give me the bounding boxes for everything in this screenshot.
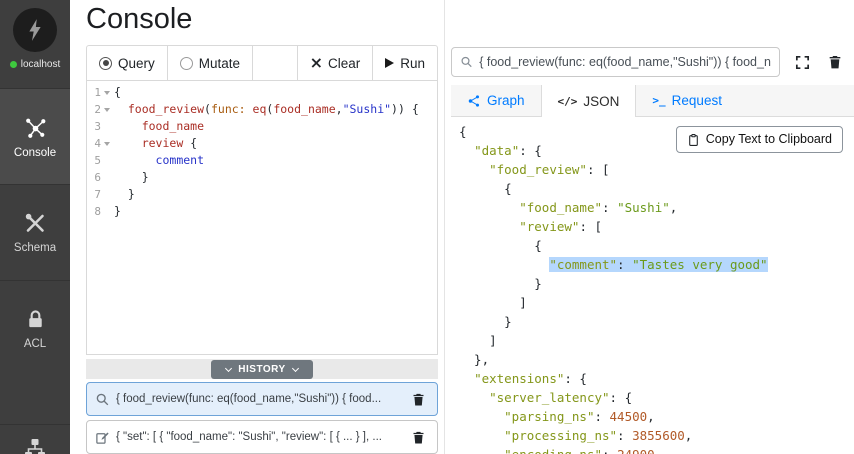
json-line: "review": [ xyxy=(459,217,854,236)
json-line: "comment": "Tastes very good" xyxy=(459,255,854,274)
json-output[interactable]: Copy Text to Clipboard { "data": { "food… xyxy=(451,117,854,454)
tab-label: Graph xyxy=(487,93,525,108)
trash-icon xyxy=(827,54,843,70)
graph-network-icon xyxy=(467,94,481,108)
mutate-mode-label: Mutate xyxy=(199,56,240,71)
history-item-mutation[interactable]: { "set": [ { "food_name": "Sushi", "revi… xyxy=(86,420,438,454)
tab-graph[interactable]: Graph xyxy=(451,85,541,116)
query-editor[interactable]: 1{2 food_review(func: eq(food_name,"Sush… xyxy=(86,81,438,355)
trash-icon xyxy=(411,392,426,407)
history-item-text: { "set": [ { "food_name": "Sushi", "revi… xyxy=(116,431,399,443)
query-mode-label: Query xyxy=(118,56,155,71)
json-line: "food_name": "Sushi", xyxy=(459,198,854,217)
play-icon xyxy=(385,58,394,68)
query-mode-tab[interactable]: Query xyxy=(87,46,168,80)
tab-label: JSON xyxy=(583,94,619,109)
search-icon xyxy=(95,392,110,407)
result-toolbar: { food_review(func: eq(food_name,"Sushi"… xyxy=(451,47,854,77)
sidebar-item-label: Console xyxy=(14,147,56,159)
history-toggle-row: HISTORY xyxy=(86,359,438,379)
json-line: "encoding_ns": 24900, xyxy=(459,445,854,454)
trash-icon xyxy=(411,430,426,445)
history-label: HISTORY xyxy=(238,364,285,375)
delete-history-item-button[interactable] xyxy=(407,426,429,448)
editor-line: 1{ xyxy=(87,84,437,101)
acl-lock-icon xyxy=(24,308,47,331)
editor-line: 8} xyxy=(87,203,437,220)
edit-icon xyxy=(95,430,110,445)
editor-line: 5 comment xyxy=(87,152,437,169)
result-tabs: Graph </> JSON >_ Request xyxy=(451,85,854,117)
json-line: "processing_ns": 3855600, xyxy=(459,426,854,445)
search-icon xyxy=(460,55,473,69)
mutate-mode-tab[interactable]: Mutate xyxy=(168,46,253,80)
history-item-query[interactable]: { food_review(func: eq(food_name,"Sushi"… xyxy=(86,382,438,416)
editor-line: 3 food_name xyxy=(87,118,437,135)
editor-line: 2 food_review(func: eq(food_name,"Sushi"… xyxy=(87,101,437,118)
flash-icon xyxy=(22,17,48,43)
tab-label: Request xyxy=(672,93,722,108)
clear-label: Clear xyxy=(328,56,360,71)
editor-line: 7 } xyxy=(87,186,437,203)
json-line: ] xyxy=(459,331,854,350)
sidebar-item-acl[interactable]: ACL xyxy=(0,280,70,376)
sidebar-item-label: ACL xyxy=(24,338,46,350)
fullscreen-button[interactable] xyxy=(791,51,813,73)
clipboard-icon xyxy=(687,133,700,147)
history-toggle-button[interactable]: HISTORY xyxy=(211,360,312,379)
radio-unselected-icon xyxy=(180,57,193,70)
host-label: localhost xyxy=(21,59,60,70)
chevron-down-icon xyxy=(292,364,299,371)
schema-tools-icon xyxy=(23,211,47,235)
run-button[interactable]: Run xyxy=(372,46,437,80)
sidebar-item-cluster[interactable] xyxy=(0,424,70,454)
json-line: } xyxy=(459,312,854,331)
json-line: "food_review": [ xyxy=(459,160,854,179)
tab-request[interactable]: >_ Request xyxy=(636,85,738,116)
query-toolbar: Query Mutate × Clear Run xyxy=(86,45,438,81)
run-label: Run xyxy=(400,56,425,71)
dgraph-logo xyxy=(13,8,57,52)
json-line: "server_latency": { xyxy=(459,388,854,407)
json-line: { xyxy=(459,236,854,255)
terminal-prompt-icon: >_ xyxy=(652,94,665,107)
copy-to-clipboard-button[interactable]: Copy Text to Clipboard xyxy=(676,126,843,153)
clear-x-icon: × xyxy=(310,55,323,71)
json-line: "parsing_ns": 44500, xyxy=(459,407,854,426)
sidebar-item-schema[interactable]: Schema xyxy=(0,184,70,280)
delete-history-item-button[interactable] xyxy=(407,388,429,410)
connection-status-dot xyxy=(10,61,17,68)
sidebar-item-console[interactable]: Console xyxy=(0,88,70,184)
radio-selected-icon xyxy=(99,57,112,70)
history-item-text: { food_review(func: eq(food_name,"Sushi"… xyxy=(116,393,399,405)
page-title: Console xyxy=(86,3,192,36)
cluster-icon xyxy=(23,437,47,454)
fullscreen-icon xyxy=(794,54,811,71)
json-line: "extensions": { xyxy=(459,369,854,388)
sidebar-item-label: Schema xyxy=(14,242,56,254)
sidebar: localhost Console Schema ACL xyxy=(0,0,70,454)
editor-line: 6 } xyxy=(87,169,437,186)
result-query-text: { food_review(func: eq(food_name,"Sushi"… xyxy=(479,55,771,69)
clear-button[interactable]: × Clear xyxy=(297,46,373,80)
json-line: ] xyxy=(459,293,854,312)
json-line: }, xyxy=(459,350,854,369)
json-line: { xyxy=(459,179,854,198)
copy-button-label: Copy Text to Clipboard xyxy=(706,130,832,149)
console-graph-icon xyxy=(23,115,48,140)
query-panel: Query Mutate × Clear Run 1{2 food_review… xyxy=(86,45,438,454)
result-query-input[interactable]: { food_review(func: eq(food_name,"Sushi"… xyxy=(451,47,780,77)
tab-json[interactable]: </> JSON xyxy=(541,85,637,117)
toolbar-spacer xyxy=(253,46,297,80)
delete-result-button[interactable] xyxy=(824,51,846,73)
json-line: } xyxy=(459,274,854,293)
code-brackets-icon: </> xyxy=(558,95,578,108)
chevron-down-icon xyxy=(225,364,232,371)
brand-block[interactable]: localhost xyxy=(0,0,70,88)
result-panel: { food_review(func: eq(food_name,"Sushi"… xyxy=(451,47,854,454)
panel-divider xyxy=(444,0,445,454)
editor-line: 4 review { xyxy=(87,135,437,152)
